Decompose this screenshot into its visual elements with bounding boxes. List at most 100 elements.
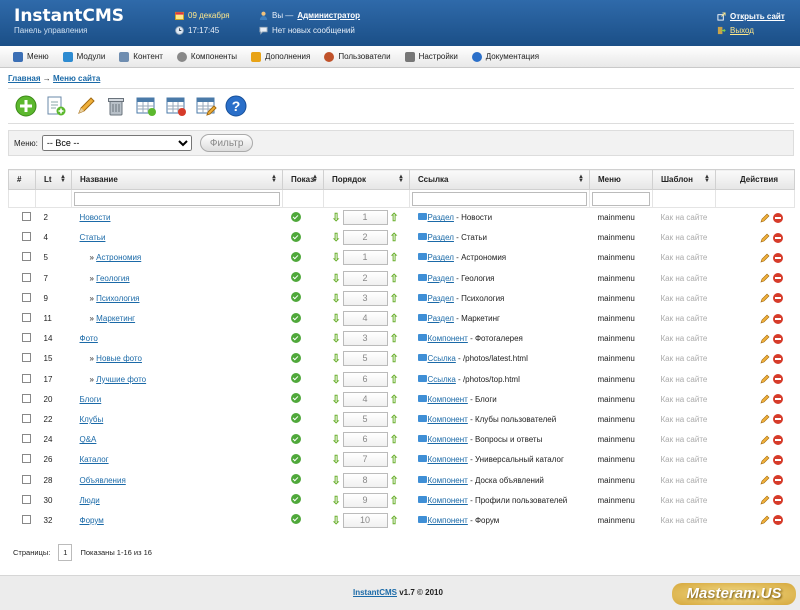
link-type[interactable]: Компонент (428, 455, 468, 464)
row-checkbox[interactable] (21, 292, 31, 302)
open-site-link[interactable]: Открыть сайт (730, 12, 785, 21)
row-title-link[interactable]: Статьи (80, 233, 106, 242)
move-up-icon[interactable]: ⇧ (390, 292, 399, 305)
menu-item-settings[interactable]: Настройки (404, 51, 458, 62)
link-type[interactable]: Ссылка (428, 354, 456, 363)
move-down-icon[interactable]: ⇩ (332, 352, 341, 365)
link-type[interactable]: Раздел (428, 294, 454, 303)
published-check-icon[interactable] (290, 312, 301, 323)
move-down-icon[interactable]: ⇩ (332, 231, 341, 244)
breadcrumb-current[interactable]: Меню сайта (53, 74, 100, 83)
logout-link[interactable]: Выход (730, 26, 754, 35)
link-type[interactable]: Компонент (428, 496, 468, 505)
row-title-link[interactable]: Лучшие фото (96, 375, 146, 384)
move-up-icon[interactable]: ⇧ (390, 413, 399, 426)
order-input[interactable]: 8 (342, 472, 388, 488)
move-down-icon[interactable]: ⇩ (332, 494, 341, 507)
logo[interactable]: InstantCMS (14, 6, 124, 26)
menu-item-content[interactable]: Контент (119, 51, 163, 62)
delete-icon[interactable] (772, 414, 783, 425)
published-check-icon[interactable] (290, 413, 301, 424)
link-type[interactable]: Раздел (428, 253, 454, 262)
published-check-icon[interactable] (290, 211, 301, 222)
edit-icon[interactable] (760, 273, 770, 283)
edit-icon[interactable] (760, 515, 770, 525)
move-down-icon[interactable]: ⇩ (332, 272, 341, 285)
row-checkbox[interactable] (21, 434, 31, 444)
delete-icon[interactable] (772, 434, 783, 445)
row-checkbox[interactable] (21, 474, 31, 484)
row-title-link[interactable]: Фото (80, 334, 98, 343)
published-check-icon[interactable] (290, 272, 301, 283)
order-input[interactable]: 4 (342, 391, 388, 407)
delete-icon[interactable] (772, 333, 783, 344)
move-down-icon[interactable]: ⇩ (332, 211, 341, 224)
order-input[interactable]: 1 (342, 210, 388, 226)
menu-item-modules[interactable]: Модули (62, 51, 105, 62)
published-check-icon[interactable] (290, 373, 301, 384)
page-number[interactable]: 1 (58, 544, 73, 561)
row-checkbox[interactable] (21, 333, 31, 343)
order-input[interactable]: 2 (342, 230, 388, 246)
row-checkbox[interactable] (21, 212, 31, 222)
delete-icon[interactable] (772, 252, 783, 263)
col-header-id[interactable]: # (8, 169, 36, 190)
row-title-link[interactable]: Люди (80, 496, 100, 505)
edit-icon[interactable] (760, 414, 770, 424)
link-type[interactable]: Компонент (428, 435, 468, 444)
delete-icon[interactable] (772, 293, 783, 304)
order-input[interactable]: 9 (342, 492, 388, 508)
row-title-link[interactable]: Психология (96, 294, 139, 303)
menu-item-users[interactable]: Пользователи (324, 51, 391, 62)
delete-icon[interactable] (772, 475, 783, 486)
delete-icon[interactable] (772, 394, 783, 405)
order-input[interactable]: 5 (342, 351, 388, 367)
row-title-link[interactable]: Геология (96, 274, 129, 283)
published-check-icon[interactable] (290, 433, 301, 444)
move-down-icon[interactable]: ⇩ (332, 514, 341, 527)
move-down-icon[interactable]: ⇩ (332, 373, 341, 386)
move-up-icon[interactable]: ⇧ (390, 332, 399, 345)
order-input[interactable]: 6 (342, 371, 388, 387)
link-type[interactable]: Раздел (428, 274, 454, 283)
row-title-link[interactable]: Маркетинг (96, 314, 135, 323)
delete-icon[interactable] (772, 374, 783, 385)
edit-icon[interactable] (760, 374, 770, 384)
add-button[interactable] (14, 95, 37, 118)
menu-item-docs[interactable]: Документация (471, 51, 539, 62)
delete-icon[interactable] (772, 273, 783, 284)
order-input[interactable]: 6 (342, 432, 388, 448)
row-checkbox[interactable] (21, 232, 31, 242)
help-button[interactable]: ? (224, 95, 247, 118)
edit-icon[interactable] (760, 495, 770, 505)
row-checkbox[interactable] (21, 252, 31, 262)
col-header-link[interactable]: Ссылка ▲ ▼ (409, 169, 590, 190)
order-input[interactable]: 1 (342, 250, 388, 266)
row-checkbox[interactable] (21, 272, 31, 282)
published-check-icon[interactable] (290, 514, 301, 525)
move-up-icon[interactable]: ⇧ (390, 251, 399, 264)
menu-filter-input[interactable] (592, 191, 650, 206)
col-header-template[interactable]: Шаблон ▲ ▼ (652, 169, 716, 190)
move-down-icon[interactable]: ⇩ (332, 433, 341, 446)
link-type[interactable]: Ссылка (428, 375, 456, 384)
move-down-icon[interactable]: ⇩ (332, 312, 341, 325)
edit-icon[interactable] (760, 394, 770, 404)
row-checkbox[interactable] (21, 353, 31, 363)
move-up-icon[interactable]: ⇧ (390, 231, 399, 244)
move-down-icon[interactable]: ⇩ (332, 393, 341, 406)
move-up-icon[interactable]: ⇧ (390, 393, 399, 406)
row-checkbox[interactable] (21, 313, 31, 323)
link-type[interactable]: Компонент (428, 334, 468, 343)
row-checkbox[interactable] (21, 494, 31, 504)
add-page-button[interactable] (44, 95, 67, 118)
published-check-icon[interactable] (290, 474, 301, 485)
delete-icon[interactable] (772, 353, 783, 364)
row-checkbox[interactable] (21, 514, 31, 524)
delete-icon[interactable] (772, 495, 783, 506)
row-title-link[interactable]: Объявления (80, 476, 126, 485)
move-down-icon[interactable]: ⇩ (332, 332, 341, 345)
menu-item-addons[interactable]: Дополнения (251, 51, 310, 62)
order-input[interactable]: 10 (342, 512, 388, 528)
move-down-icon[interactable]: ⇩ (332, 453, 341, 466)
